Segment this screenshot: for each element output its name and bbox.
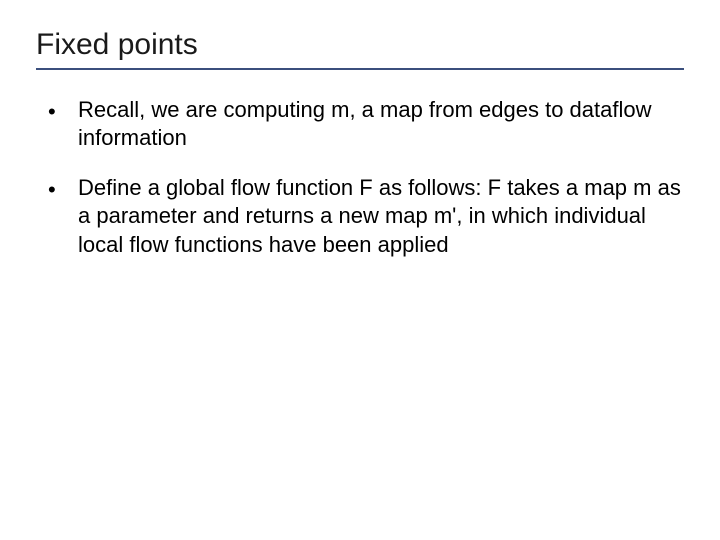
slide-content: • Recall, we are computing m, a map from…	[36, 96, 684, 259]
bullet-text: Recall, we are computing m, a map from e…	[78, 96, 684, 152]
slide-title: Fixed points	[36, 28, 684, 62]
bullet-text: Define a global flow function F as follo…	[78, 174, 684, 258]
title-divider	[36, 68, 684, 70]
bullet-marker: •	[48, 174, 78, 204]
bullet-item: • Define a global flow function F as fol…	[48, 174, 684, 258]
slide: Fixed points • Recall, we are computing …	[0, 0, 720, 540]
bullet-marker: •	[48, 96, 78, 126]
bullet-item: • Recall, we are computing m, a map from…	[48, 96, 684, 152]
